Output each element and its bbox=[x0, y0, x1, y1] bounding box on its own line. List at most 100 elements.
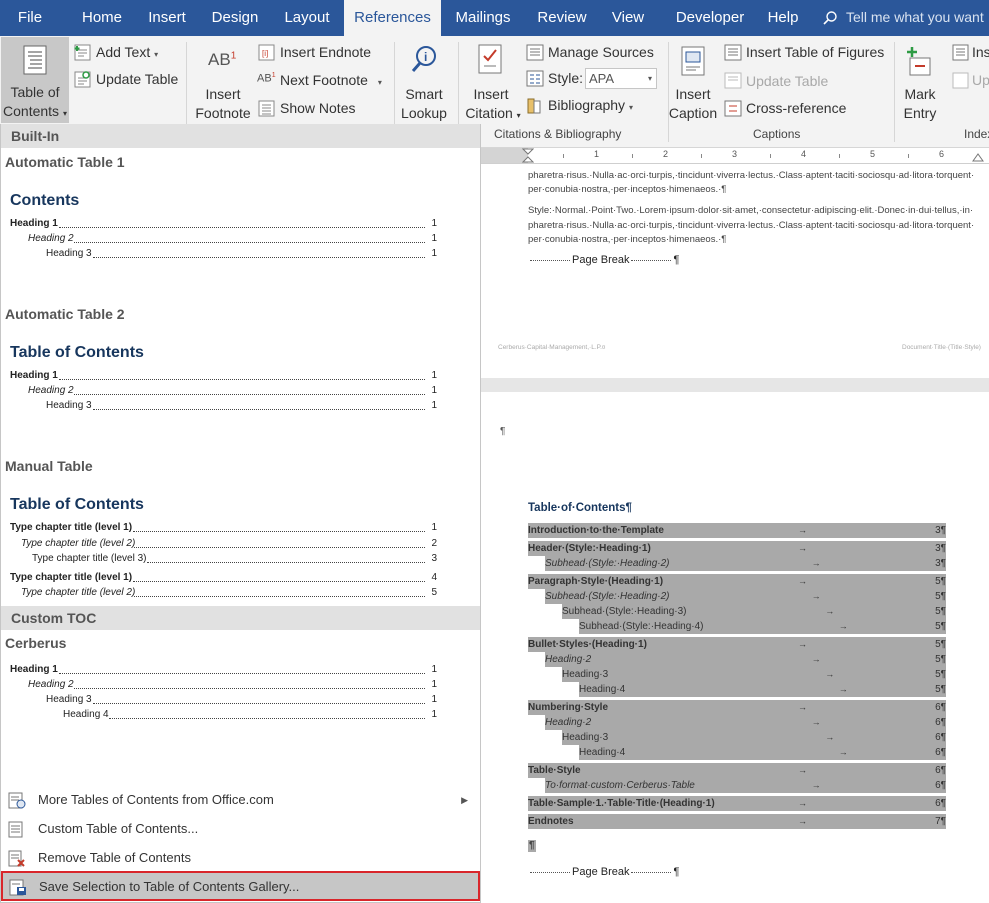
insert-citation-icon bbox=[478, 44, 502, 74]
tab-file[interactable]: File bbox=[0, 0, 60, 36]
next-footnote-button[interactable]: Next Footnote ▾ bbox=[280, 72, 382, 88]
index-group-label: Index bbox=[964, 127, 989, 141]
insert-caption-label-line2[interactable]: Caption bbox=[668, 104, 718, 123]
document-area: 1 2 3 4 5 6 pharetra·risus.·Nulla·ac·orci·tur… bbox=[480, 148, 989, 903]
bibliography-button[interactable]: Bibliography ▾ bbox=[548, 97, 633, 113]
tell-me-placeholder: Tell me what you want bbox=[846, 9, 984, 25]
preview-leader-dots bbox=[59, 368, 425, 380]
preview-leader-dots bbox=[93, 398, 425, 410]
gallery-item-name: Automatic Table 2 bbox=[5, 306, 125, 322]
tab-arrow-icon: → bbox=[838, 621, 848, 631]
ruler-number: 2 bbox=[663, 149, 669, 159]
toc-entry[interactable]: Table·Sample·1.·Table·Title·(Heading·1) →… bbox=[528, 796, 946, 811]
group-separator bbox=[894, 42, 895, 142]
toc-entry-page: 5¶ bbox=[935, 576, 946, 587]
insert-citation-label-line2[interactable]: Citation ▾ bbox=[462, 104, 524, 125]
search-icon bbox=[823, 11, 837, 25]
custom-toc-menu-item[interactable]: Custom Table of Contents... bbox=[2, 815, 480, 843]
insert-endnote-button[interactable]: Insert Endnote bbox=[280, 44, 371, 60]
toc-entry[interactable]: Subhead·(Style:·Heading·2) → 5¶ bbox=[545, 589, 946, 604]
toc-entry-text: Introduction·to·the·Template bbox=[528, 525, 664, 536]
update-index-icon bbox=[952, 72, 969, 89]
show-notes-button[interactable]: Show Notes bbox=[280, 100, 355, 116]
table-of-contents-icon bbox=[23, 45, 47, 75]
toc-entry[interactable]: Subhead·(Style:·Heading·2) → 3¶ bbox=[545, 556, 946, 571]
toc-entry[interactable]: Endnotes → 7¶ bbox=[528, 814, 946, 829]
toc-entry-page: 5¶ bbox=[935, 654, 946, 665]
save-selection-icon bbox=[9, 879, 26, 896]
table-of-contents-button[interactable]: Table of Contents ▾ bbox=[1, 37, 69, 123]
smart-lookup-label-line2[interactable]: Lookup bbox=[396, 104, 452, 123]
tab-insert[interactable]: Insert bbox=[138, 0, 196, 36]
toc-entry[interactable]: Introduction·to·the·Template → 3¶ bbox=[528, 523, 946, 538]
preview-leader-dots bbox=[134, 536, 425, 548]
insert-table-of-figures-button[interactable]: Insert Table of Figures bbox=[746, 44, 884, 60]
toc-entry-text: Subhead·(Style:·Heading·2) bbox=[545, 558, 670, 569]
citation-style-dropdown[interactable]: APA ▾ bbox=[585, 68, 657, 89]
tab-review[interactable]: Review bbox=[528, 0, 596, 36]
mark-entry-label-line2[interactable]: Entry bbox=[898, 104, 942, 123]
preview-leader-dots bbox=[59, 662, 425, 674]
tab-arrow-icon: → bbox=[825, 732, 835, 742]
remove-toc-menu-item[interactable]: Remove Table of Contents bbox=[2, 844, 480, 872]
insert-caption-icon bbox=[681, 46, 705, 76]
insert-caption-label-line1[interactable]: Insert bbox=[670, 85, 716, 104]
update-table-button[interactable]: Update Table bbox=[96, 71, 178, 87]
toc-entry[interactable]: Paragraph·Style·(Heading·1) → 5¶ bbox=[528, 574, 946, 589]
toc-entry[interactable]: Subhead·(Style:·Heading·3) → 5¶ bbox=[562, 604, 946, 619]
add-text-button[interactable]: Add Text ▾ bbox=[96, 44, 158, 60]
toc-entry-text: Paragraph·Style·(Heading·1) bbox=[528, 576, 664, 587]
update-table-figures-button[interactable]: Update Table bbox=[746, 73, 828, 89]
tab-developer[interactable]: Developer bbox=[662, 0, 758, 36]
toc-entry[interactable]: Heading·4 → 5¶ bbox=[579, 682, 946, 697]
toc-entry-page: 5¶ bbox=[935, 639, 946, 650]
style-label: Style: bbox=[548, 70, 584, 86]
toc-entry[interactable]: Heading·2 → 5¶ bbox=[545, 652, 946, 667]
tab-design[interactable]: Design bbox=[202, 0, 268, 36]
update-index-button[interactable]: Up bbox=[972, 72, 989, 88]
insert-footnote-label-line1[interactable]: Insert bbox=[190, 85, 256, 104]
toc-entry[interactable]: Heading·3 → 6¶ bbox=[562, 730, 946, 745]
manage-sources-button[interactable]: Manage Sources bbox=[548, 44, 654, 60]
toc-entry[interactable]: Table·Style → 6¶ bbox=[528, 763, 946, 778]
tab-layout[interactable]: Layout bbox=[276, 0, 338, 36]
ruler-tick bbox=[838, 154, 840, 158]
toc-entry[interactable]: Heading·2 → 6¶ bbox=[545, 715, 946, 730]
preview-line-text: Type chapter title (level 3) bbox=[32, 553, 147, 564]
toc-entry[interactable]: To·format·custom·Cerberus·Table → 6¶ bbox=[545, 778, 946, 793]
insert-citation-label-line1[interactable]: Insert bbox=[462, 85, 520, 104]
tell-me-box[interactable]: Tell me what you want bbox=[822, 0, 984, 36]
more-tables-menu-item[interactable]: More Tables of Contents from Office.com … bbox=[2, 786, 480, 814]
document-page-lower[interactable]: ¶ Table·of·Contents¶ Introduction·to·the… bbox=[480, 392, 989, 903]
body-text-line: pharetra·risus.·Nulla·ac·orci·turpis,·ti… bbox=[528, 220, 975, 231]
tab-arrow-icon: → bbox=[838, 747, 848, 757]
tab-help[interactable]: Help bbox=[760, 0, 806, 36]
cross-reference-button[interactable]: Cross-reference bbox=[746, 100, 846, 116]
toc-entry[interactable]: Numbering·Style → 6¶ bbox=[528, 700, 946, 715]
tab-home[interactable]: Home bbox=[68, 0, 136, 36]
toc-entry-text: Heading·3 bbox=[562, 669, 609, 680]
svg-text:[i]: [i] bbox=[262, 49, 268, 58]
preview-leader-dots bbox=[74, 231, 425, 243]
document-page-upper[interactable]: pharetra·risus.·Nulla·ac·orci·turpis,·ti… bbox=[480, 164, 989, 378]
toc-entry-text: Subhead·(Style:·Heading·2) bbox=[545, 591, 670, 602]
toc-entry[interactable]: Bullet·Styles·(Heading·1) → 5¶ bbox=[528, 637, 946, 652]
ruler-tick bbox=[700, 154, 702, 158]
tab-arrow-icon: → bbox=[798, 816, 807, 826]
toc-entry[interactable]: Subhead·(Style:·Heading·4) → 5¶ bbox=[579, 619, 946, 634]
horizontal-ruler[interactable]: 1 2 3 4 5 6 bbox=[480, 148, 989, 164]
preview-line-text: Heading 2 bbox=[28, 233, 74, 244]
smart-lookup-label-line1[interactable]: Smart bbox=[396, 85, 452, 104]
tab-references[interactable]: References bbox=[344, 0, 441, 36]
insert-footnote-label-line2[interactable]: Footnote bbox=[190, 104, 256, 123]
toc-entry[interactable]: Header·(Style:·Heading·1) → 3¶ bbox=[528, 541, 946, 556]
tab-view[interactable]: View bbox=[602, 0, 654, 36]
tab-mailings[interactable]: Mailings bbox=[446, 0, 520, 36]
footer-left-text: Cerberus·Capital·Management,·L.P.¤ bbox=[498, 344, 606, 351]
save-selection-menu-item[interactable]: Save Selection to Table of Contents Gall… bbox=[1, 871, 480, 901]
toc-entry[interactable]: Heading·4 → 6¶ bbox=[579, 745, 946, 760]
insert-index-button[interactable]: Ins bbox=[972, 44, 989, 60]
toc-entry[interactable]: Heading·3 → 5¶ bbox=[562, 667, 946, 682]
mark-entry-label-line1[interactable]: Mark bbox=[898, 85, 942, 104]
right-indent-marker-icon[interactable] bbox=[972, 150, 984, 162]
